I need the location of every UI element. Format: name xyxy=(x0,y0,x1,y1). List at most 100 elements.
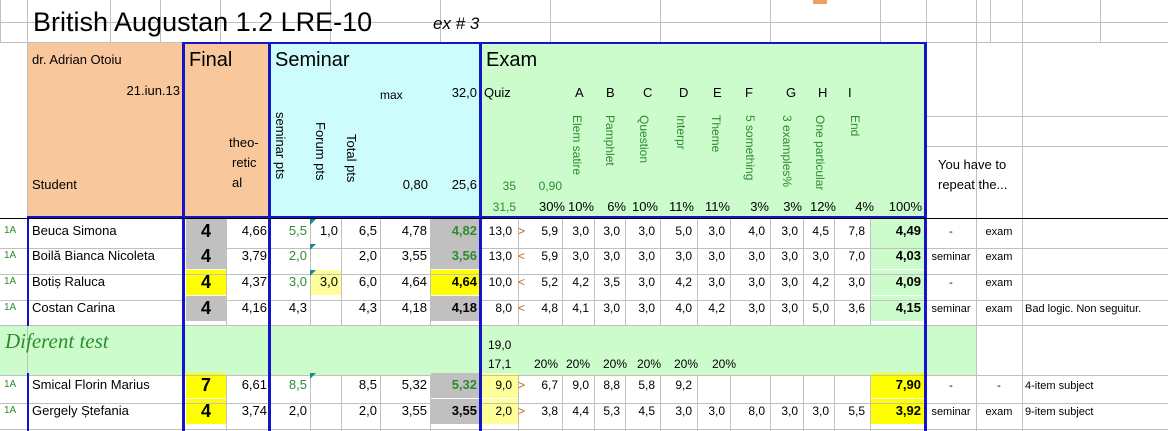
exam-item-score: 3,0 xyxy=(708,404,725,418)
quiz-score: 2,0 xyxy=(495,404,512,418)
exam-item-score: 5,0 xyxy=(675,224,692,238)
grid-col-line xyxy=(1100,0,1101,42)
exam-item-score: 3,0 xyxy=(603,224,620,238)
exam-letter-header: D xyxy=(679,85,689,100)
theoretical-label-2: retic xyxy=(232,155,257,170)
seminar-max-value: 32,0 xyxy=(451,85,477,100)
grid-row-line xyxy=(0,375,1168,376)
row-note: 4-item subject xyxy=(1025,380,1094,392)
exam-item-score: 3,0 xyxy=(675,404,692,418)
seminar-weight: 0,80 xyxy=(402,177,428,192)
exam-item-score: 3,0 xyxy=(638,301,655,315)
group-cell: 1A xyxy=(4,276,17,287)
exam-letter-header: H xyxy=(818,85,828,100)
exam-grade: 7,90 xyxy=(895,377,921,392)
student-header: Student xyxy=(32,177,77,192)
quiz-compare-arrow: > xyxy=(518,378,526,392)
quiz-score: 13,0 xyxy=(488,249,512,263)
row-note: 9-item subject xyxy=(1025,406,1094,418)
exam-item-score: 4,2 xyxy=(812,275,829,289)
final-header: Final xyxy=(189,49,233,71)
exam-weight-pct: 30% xyxy=(538,199,565,214)
exam-item-score: 3,0 xyxy=(748,301,765,315)
seminar-weighted: 5,32 xyxy=(401,377,427,392)
exam-item-score: 5,0 xyxy=(812,301,829,315)
exam-item-score: 7,8 xyxy=(848,224,865,238)
theoretical-grade: 4,66 xyxy=(241,223,267,238)
header-separator xyxy=(0,218,1168,219)
exam-letter-header: F xyxy=(745,85,753,100)
theoretical-label-1: theo- xyxy=(229,135,259,150)
total-pts: 4,3 xyxy=(358,300,377,315)
exam-item-header: 5 something xyxy=(743,115,757,181)
total-pts: 2,0 xyxy=(358,248,377,263)
seminar-grade: 3,55 xyxy=(451,403,477,418)
repeat-exam: exam xyxy=(985,251,1013,263)
spreadsheet: British Augustan 1.2 LRE-10 ex # 3 dr. A… xyxy=(0,0,1168,431)
seminar-weighted: 3,55 xyxy=(401,403,427,418)
exam-item-score: 7,0 xyxy=(848,249,865,263)
grid-col-line xyxy=(550,0,551,42)
total-pts: 6,5 xyxy=(358,223,377,238)
exam-item-score: 3,0 xyxy=(748,249,765,263)
exam-weight-pct: 3% xyxy=(783,199,802,214)
date-cell: 21.iun.13 xyxy=(126,83,181,98)
repeat-header-2: repeat the... xyxy=(938,177,1008,192)
forum-pts: 1,0 xyxy=(319,223,338,238)
theoretical-grade: 3,79 xyxy=(241,248,267,263)
exam-item-score: 3,0 xyxy=(638,275,655,289)
exam-item-header: Elem satire xyxy=(570,115,584,176)
final-grade: 4 xyxy=(200,272,211,292)
repeat-header-1: You have to xyxy=(938,157,1007,172)
final-grade: 4 xyxy=(200,298,211,318)
seminar-pts-header: seminar pts xyxy=(273,112,288,180)
seminar-weighted: 4,78 xyxy=(401,223,427,238)
frame-student-left-2 xyxy=(27,373,29,431)
exam-weight-pct: 11% xyxy=(668,199,694,214)
grid-row-line xyxy=(0,429,1168,430)
exam-item-score: 3,0 xyxy=(708,275,725,289)
different-weight-pct: 20% xyxy=(603,357,628,371)
repeat-seminar: - xyxy=(949,380,953,392)
seminar-weighted: 4,18 xyxy=(401,300,427,315)
exam-item-header: One particular xyxy=(813,115,827,191)
exam-item-score: 4,5 xyxy=(812,224,829,238)
grid-col-line xyxy=(976,0,977,431)
exam-letter-header: A xyxy=(575,85,584,100)
repeat-exam: exam xyxy=(985,303,1013,315)
repeat-exam: - xyxy=(997,380,1001,392)
seminar-grade: 3,56 xyxy=(451,248,477,263)
exam-item-score: 4,0 xyxy=(748,224,765,238)
group-cell: 1A xyxy=(4,379,17,390)
repeat-seminar: seminar xyxy=(931,406,971,418)
seminar-header: Seminar xyxy=(275,49,350,71)
exam-item-score: 3,0 xyxy=(781,301,798,315)
exam-item-header: Interpr xyxy=(674,115,688,150)
exam-grade: 4,09 xyxy=(895,274,921,289)
exam-grade: 4,15 xyxy=(895,300,921,315)
quiz-weighted-score: 5,2 xyxy=(541,275,558,289)
total-pts: 8,5 xyxy=(358,377,377,392)
group-cell: 1A xyxy=(4,250,17,261)
teacher-name: dr. Adrian Otoiu xyxy=(32,52,122,67)
exam-weight-pct: 12% xyxy=(809,199,836,214)
theoretical-grade: 4,37 xyxy=(241,274,267,289)
seminar-pts: 3,0 xyxy=(288,274,307,289)
exam-weight-pct: 10% xyxy=(631,199,658,214)
exam-item-score: 3,0 xyxy=(781,249,798,263)
final-grade: 4 xyxy=(200,401,211,421)
exam-item-header: Pamphlet xyxy=(603,115,617,166)
grid-col-line xyxy=(310,375,311,431)
quiz-compare-arrow: > xyxy=(518,224,526,238)
different-quiz-max: 19,0 xyxy=(488,338,512,352)
exam-item-score: 3,0 xyxy=(572,249,589,263)
forum-pts: 3,0 xyxy=(319,274,338,289)
exam-item-score: 5,3 xyxy=(603,404,620,418)
exam-item-score: 3,0 xyxy=(708,224,725,238)
group-cell: 1A xyxy=(4,302,17,313)
exam-item-score: 3,6 xyxy=(848,301,865,315)
seminar-grade: 5,32 xyxy=(451,377,477,392)
final-grade: 7 xyxy=(200,375,211,395)
quiz-weighted-score: 5,9 xyxy=(541,249,558,263)
exam-item-score: 3,0 xyxy=(708,249,725,263)
